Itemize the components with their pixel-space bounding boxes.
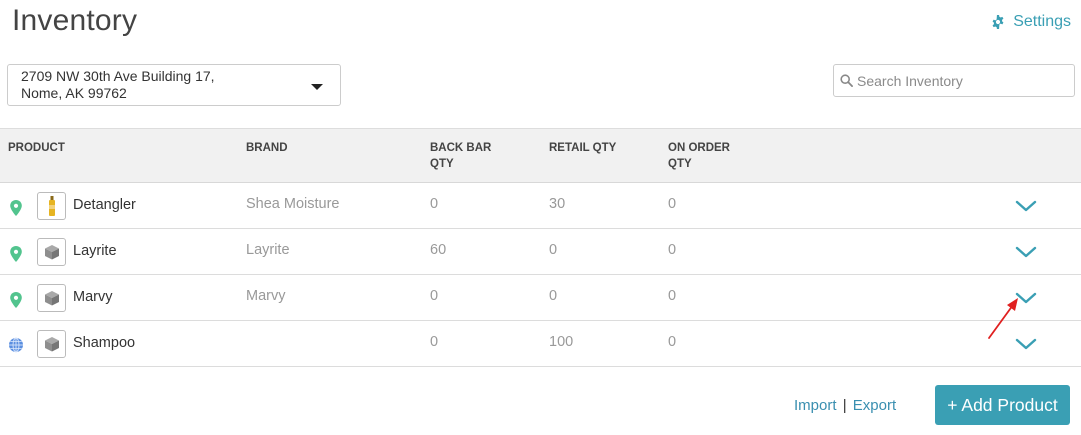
table-row[interactable]: Detangler Shea Moisture 0 30 0 — [0, 183, 1081, 229]
chevron-down-icon[interactable] — [1015, 199, 1037, 213]
column-header-back-bar-qty: BACK BAR QTY — [430, 142, 492, 170]
column-header-retail-qty: RETAIL QTY — [549, 142, 617, 154]
retail-qty-cell: 100 — [549, 334, 574, 350]
import-link[interactable]: Import — [794, 397, 837, 414]
column-header-on-order-qty: ON ORDER QTY — [668, 142, 730, 170]
table-header: PRODUCT BRAND BACK BAR QTY RETAIL QTY ON… — [0, 128, 1081, 183]
on-order-qty-cell: 0 — [668, 242, 677, 258]
footer-links: Import | Export — [794, 397, 896, 414]
back-bar-qty-cell: 0 — [430, 196, 439, 212]
brand-cell: Layrite — [246, 242, 290, 258]
back-bar-qty-cell: 60 — [430, 242, 447, 258]
table-row[interactable]: Shampoo 0 100 0 — [0, 321, 1081, 367]
globe-icon — [9, 337, 23, 353]
map-pin-icon — [10, 200, 22, 216]
box-icon — [44, 245, 59, 260]
brand-cell: Marvy — [246, 288, 286, 304]
map-pin-icon — [10, 292, 22, 308]
search-input[interactable] — [857, 72, 1067, 89]
back-bar-qty-cell: 0 — [430, 334, 439, 350]
on-order-qty-cell: 0 — [668, 288, 677, 304]
product-thumbnail — [37, 238, 66, 266]
product-thumbnail — [37, 284, 66, 312]
search-icon — [840, 74, 853, 87]
gear-icon — [992, 15, 1004, 29]
location-line-2: Nome, AK 99762 — [21, 85, 127, 101]
box-icon — [44, 291, 59, 306]
box-icon — [44, 337, 59, 352]
table-row[interactable]: Marvy Marvy 0 0 0 — [0, 275, 1081, 321]
settings-link[interactable]: Settings — [991, 13, 1071, 31]
bottle-icon — [48, 196, 55, 216]
inventory-table: PRODUCT BRAND BACK BAR QTY RETAIL QTY ON… — [0, 128, 1081, 367]
retail-qty-cell: 0 — [549, 288, 558, 304]
retail-qty-cell: 30 — [549, 196, 566, 212]
map-pin-icon — [10, 246, 22, 262]
column-header-brand: BRAND — [246, 142, 288, 154]
table-row[interactable]: Layrite Layrite 60 0 0 — [0, 229, 1081, 275]
product-thumbnail — [37, 330, 66, 358]
product-name: Shampoo — [73, 335, 136, 351]
settings-label: Settings — [1013, 13, 1071, 30]
product-name: Marvy — [73, 289, 113, 305]
on-order-qty-cell: 0 — [668, 196, 677, 212]
product-thumbnail — [37, 192, 66, 220]
export-link[interactable]: Export — [853, 397, 896, 414]
add-product-button[interactable]: + Add Product — [935, 385, 1070, 425]
product-name: Detangler — [73, 197, 136, 213]
link-separator: | — [842, 397, 847, 414]
retail-qty-cell: 0 — [549, 242, 558, 258]
column-header-product: PRODUCT — [8, 142, 65, 154]
page-title: Inventory — [12, 4, 138, 37]
brand-cell: Shea Moisture — [246, 196, 340, 212]
location-select[interactable]: 2709 NW 30th Ave Building 17, Nome, AK 9… — [7, 64, 341, 106]
on-order-qty-cell: 0 — [668, 334, 677, 350]
search-box[interactable] — [833, 64, 1075, 97]
chevron-down-icon[interactable] — [1015, 245, 1037, 259]
caret-down-icon — [311, 84, 323, 90]
back-bar-qty-cell: 0 — [430, 288, 439, 304]
location-line-1: 2709 NW 30th Ave Building 17, — [21, 68, 215, 84]
annotation-arrow — [988, 298, 1018, 339]
product-name: Layrite — [73, 243, 117, 259]
